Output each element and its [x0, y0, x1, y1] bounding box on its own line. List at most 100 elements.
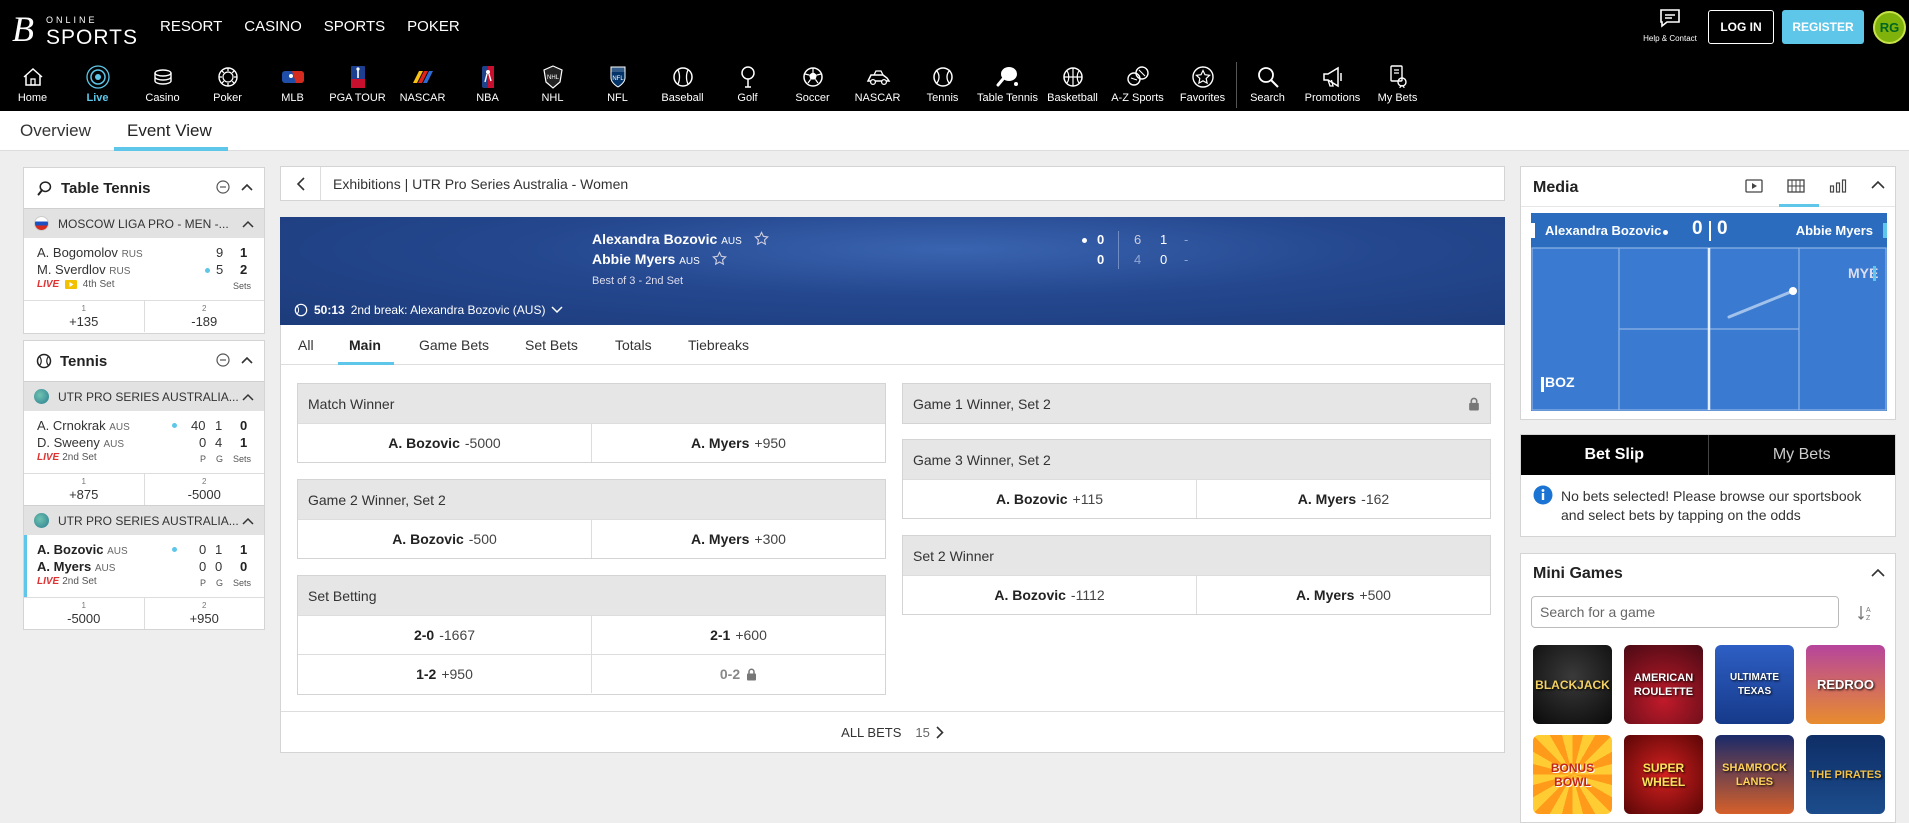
odds-button-2[interactable]: 2 +950: [143, 598, 265, 629]
sort-az-icon[interactable]: AZ: [1857, 604, 1875, 622]
sport-nav-live[interactable]: Live: [65, 60, 130, 111]
sport-nav-a-z-sports[interactable]: A-Z Sports: [1105, 60, 1170, 111]
game-tile-redroo[interactable]: REDROO: [1806, 645, 1885, 724]
match-row-bozovic-myers-selected[interactable]: A. Bozovic AUS A. Myers AUS 0 1 0 0 1 0 …: [24, 535, 264, 597]
odds-button[interactable]: 2-1 +600: [591, 616, 885, 654]
odds-button[interactable]: A. Myers +500: [1196, 576, 1490, 614]
odds-button[interactable]: A. Bozovic -5000: [298, 424, 591, 462]
top-nav-resort[interactable]: RESORT: [160, 18, 222, 35]
player-2-marker: [1883, 223, 1887, 238]
odds-button-1[interactable]: 1 +875: [24, 474, 144, 505]
top-nav-poker[interactable]: POKER: [407, 18, 460, 35]
responsible-gaming-badge[interactable]: RG: [1873, 11, 1906, 44]
all-bets-link[interactable]: ALL BETS 15: [281, 711, 1504, 753]
video-stream-icon[interactable]: [1745, 179, 1763, 193]
game-search-input[interactable]: [1531, 596, 1839, 628]
sport-nav-baseball[interactable]: Baseball: [650, 60, 715, 111]
sport-nav-nascar[interactable]: NASCAR: [390, 60, 455, 111]
back-button[interactable]: [281, 167, 321, 200]
game-tile-bonus-bowl[interactable]: BONUS BOWL: [1533, 735, 1612, 814]
tennis-header[interactable]: Tennis: [24, 341, 264, 381]
game-tile-ultimate-texas[interactable]: ULTIMATE TEXAS: [1715, 645, 1794, 724]
favorite-star-icon[interactable]: [753, 231, 769, 246]
league-utr-pro-series-1[interactable]: UTR PRO SERIES AUSTRALIA...: [24, 381, 264, 411]
odds-button[interactable]: 1-2 +950: [298, 655, 591, 693]
sport-nav-label: Live: [86, 92, 109, 104]
chevron-up-icon[interactable]: [240, 353, 254, 367]
sport-nav-nascar-2[interactable]: NASCAR: [845, 60, 910, 111]
game-tile-american-roulette[interactable]: AMERICAN ROULETTE: [1624, 645, 1703, 724]
chevron-up-icon[interactable]: [240, 180, 254, 194]
sport-nav-nba[interactable]: NBA: [455, 60, 520, 111]
market-tab-game-bets[interactable]: Game Bets: [419, 337, 489, 353]
top-nav-sports[interactable]: SPORTS: [324, 18, 385, 35]
game-tile-shamrock-lanes[interactable]: SHAMROCK LANES: [1715, 735, 1794, 814]
sport-nav-nfl[interactable]: NFL NFL: [585, 60, 650, 111]
market-tab-set-bets[interactable]: Set Bets: [525, 337, 578, 353]
league-utr-pro-series-2[interactable]: UTR PRO SERIES AUSTRALIA...: [24, 505, 264, 535]
sport-nav-pga-tour[interactable]: PGA TOUR: [325, 60, 390, 111]
tab-my-bets[interactable]: My Bets: [1707, 435, 1895, 475]
chevron-up-icon[interactable]: [242, 516, 254, 526]
chevron-up-icon[interactable]: [242, 392, 254, 402]
odds-button[interactable]: A. Bozovic -500: [298, 520, 591, 558]
chevron-up-icon[interactable]: [1871, 568, 1885, 578]
odds-price: -5000: [67, 611, 101, 626]
market-tab-totals[interactable]: Totals: [615, 337, 652, 353]
odds-button-2[interactable]: 2 -189: [143, 301, 265, 332]
match-timer[interactable]: 50:13 2nd break: Alexandra Bozovic (AUS): [294, 303, 563, 317]
brand-logo[interactable]: B ONLINE SPORTS: [12, 11, 137, 49]
tab-event-view[interactable]: Event View: [127, 121, 212, 141]
sport-nav-favorites[interactable]: Favorites: [1170, 60, 1235, 111]
collapse-all-icon[interactable]: [216, 353, 230, 367]
sport-nav-golf[interactable]: Golf: [715, 60, 780, 111]
register-button[interactable]: REGISTER: [1782, 10, 1864, 44]
table-tennis-header[interactable]: Table Tennis: [24, 168, 264, 208]
odds-button[interactable]: A. Bozovic -1112: [903, 576, 1196, 614]
odds-button-1[interactable]: 1 -5000: [24, 598, 144, 629]
game-tile-super-wheel[interactable]: SUPER WHEEL: [1624, 735, 1703, 814]
sport-nav-promotions[interactable]: Promotions: [1300, 60, 1365, 111]
live-stream-icon[interactable]: [65, 279, 78, 289]
game-tile-blackjack[interactable]: BLACKJACK: [1533, 645, 1612, 724]
sport-nav-nhl[interactable]: NHL NHL: [520, 60, 585, 111]
collapse-all-icon[interactable]: [216, 180, 230, 194]
odds-button[interactable]: A. Myers +950: [591, 424, 885, 462]
sport-nav-poker[interactable]: Poker: [195, 60, 260, 111]
odds-button-2[interactable]: 2 -5000: [143, 474, 265, 505]
game-tile-the-pirates[interactable]: THE PIRATES: [1806, 735, 1885, 814]
tab-bet-slip[interactable]: Bet Slip: [1521, 435, 1708, 475]
player-country: AUS: [679, 256, 700, 267]
market-tab-tiebreaks[interactable]: Tiebreaks: [688, 337, 749, 353]
odds-button-1[interactable]: 1 +135: [24, 301, 144, 332]
match-row-bogomolov-sverdlov[interactable]: A. Bogomolov RUS M. Sverdlov RUS 9 5 1 2…: [24, 238, 264, 300]
odds-button[interactable]: 2-0 -1667: [298, 616, 591, 654]
sport-nav-table-tennis[interactable]: Table Tennis: [975, 60, 1040, 111]
odds-button[interactable]: A. Bozovic +115: [903, 480, 1196, 518]
chevron-up-icon[interactable]: [1871, 180, 1885, 190]
stats-icon[interactable]: [1829, 179, 1847, 193]
sport-nav-soccer[interactable]: Soccer: [780, 60, 845, 111]
sport-nav-basketball[interactable]: Basketball: [1040, 60, 1105, 111]
top-nav-casino[interactable]: CASINO: [244, 18, 302, 35]
market-tab-all[interactable]: All: [298, 337, 314, 353]
favorite-star-icon[interactable]: [711, 251, 727, 266]
event-scoreboard: Alexandra Bozovic AUS Abbie Myers AUS Best…: [280, 217, 1505, 325]
sport-nav-casino[interactable]: Casino: [130, 60, 195, 111]
breadcrumb-text[interactable]: Exhibitions | UTR Pro Series Australia -…: [333, 176, 628, 192]
market-tab-main[interactable]: Main: [349, 337, 381, 353]
league-moscow-liga[interactable]: MOSCOW LIGA PRO - MEN -...: [24, 208, 264, 238]
court-view-icon[interactable]: [1787, 179, 1805, 193]
sport-nav-my-bets[interactable]: My Bets: [1365, 60, 1430, 111]
login-button[interactable]: LOG IN: [1708, 10, 1774, 44]
sport-nav-home[interactable]: Home: [0, 60, 65, 111]
match-row-crnokrak-sweeny[interactable]: A. Crnokrak AUS D. Sweeny AUS 40 1 0 4 0…: [24, 411, 264, 473]
odds-button[interactable]: A. Myers -162: [1196, 480, 1490, 518]
sport-nav-mlb[interactable]: MLB: [260, 60, 325, 111]
odds-button[interactable]: A. Myers +300: [591, 520, 885, 558]
tab-overview[interactable]: Overview: [20, 121, 91, 141]
help-contact-button[interactable]: Help & Contact: [1638, 8, 1702, 43]
chevron-up-icon[interactable]: [242, 219, 254, 229]
sport-nav-search[interactable]: Search: [1235, 60, 1300, 111]
sport-nav-tennis[interactable]: Tennis: [910, 60, 975, 111]
